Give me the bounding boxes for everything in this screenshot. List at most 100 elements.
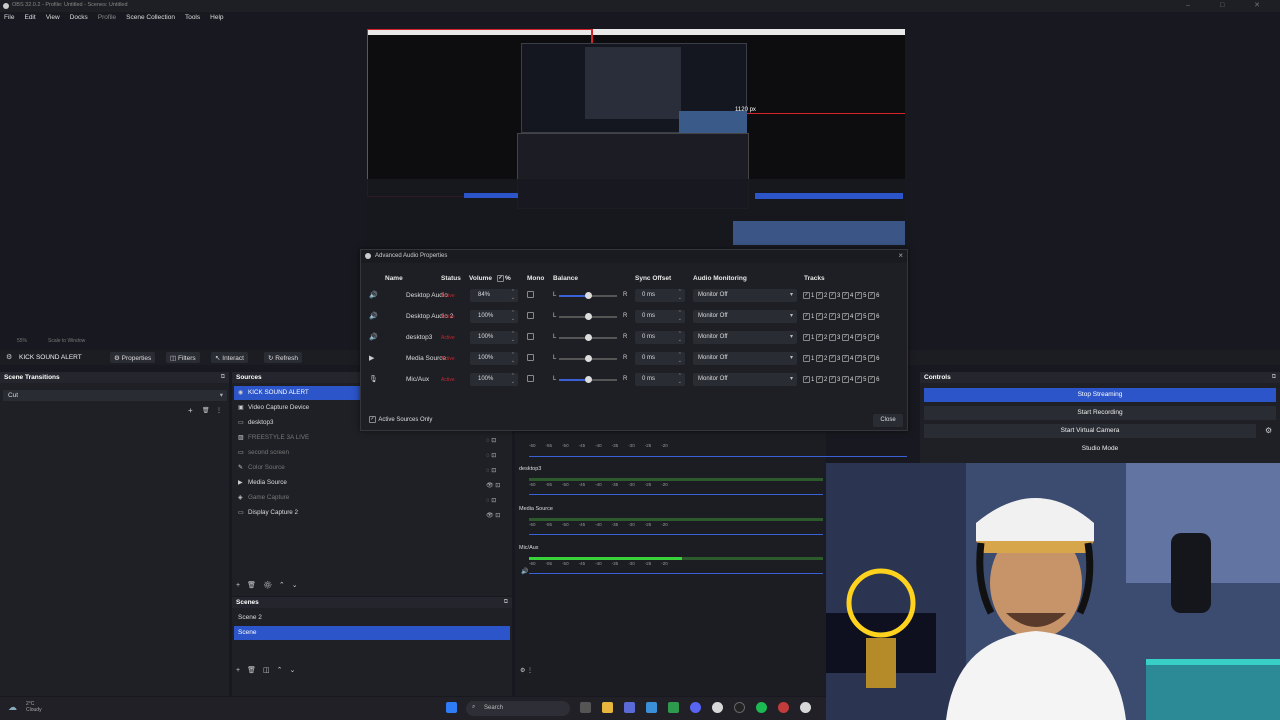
track-checkbox[interactable]: ✓	[829, 313, 837, 320]
window-controls[interactable]: – □ ✕	[1186, 1, 1274, 9]
track-checkbox[interactable]: ✓	[842, 334, 850, 341]
chrome2-icon[interactable]	[800, 702, 811, 713]
mixer-gear-icon[interactable]: ⚙ ⋮	[520, 667, 533, 674]
sync-offset-spinbox[interactable]: 0 ms ⌃ ⌄	[635, 289, 685, 302]
obs-taskbar-icon[interactable]	[734, 702, 745, 713]
active-sources-only-toggle[interactable]: ✓ Active Sources Only	[369, 416, 432, 423]
play-icon[interactable]: ▶	[369, 354, 374, 362]
start-virtual-camera-button[interactable]: Start Virtual Camera	[924, 424, 1256, 438]
track-checkbox[interactable]: ✓	[816, 313, 824, 320]
track-checkbox[interactable]: ✓	[829, 355, 837, 362]
transition-select[interactable]: Cut ▾	[3, 390, 227, 401]
refresh-button[interactable]: ↻ Refresh	[264, 352, 303, 363]
track-checkbox[interactable]: ✓	[803, 292, 810, 299]
balance-slider[interactable]	[559, 355, 617, 362]
mixer-fader[interactable]	[529, 534, 823, 535]
mono-checkbox[interactable]	[527, 354, 534, 361]
spin-arrows-icon[interactable]: ⌃ ⌄	[511, 310, 515, 322]
source-item-kick-sound-alert[interactable]: ◉ KICK SOUND ALERT	[234, 386, 361, 400]
app2-icon[interactable]	[778, 702, 789, 713]
popout-icon[interactable]: ⧉	[221, 374, 225, 381]
track-checkbox[interactable]: ✓	[868, 355, 876, 362]
virtual-camera-gear-icon[interactable]: ⚙	[1265, 426, 1272, 435]
source-item-color-source[interactable]: ✎ Color Source	[234, 461, 359, 475]
menu-edit[interactable]: Edit	[24, 12, 40, 24]
track-checkbox[interactable]: ✓	[816, 292, 824, 299]
file-explorer-icon[interactable]	[602, 702, 613, 713]
menu-view[interactable]: View	[46, 12, 65, 24]
popout-icon[interactable]: ⧉	[504, 599, 508, 606]
mono-checkbox[interactable]	[527, 333, 534, 340]
track-checkbox[interactable]: ✓	[855, 334, 863, 341]
sync-offset-spinbox[interactable]: 0 ms ⌃ ⌄	[635, 331, 685, 344]
source-item-display-capture-2[interactable]: ▭ Display Capture 2	[234, 506, 359, 520]
source-item-second-screen[interactable]: ▭ second screen	[234, 446, 359, 460]
volume-spinbox[interactable]: 100% ⌃ ⌄	[470, 331, 518, 344]
track-checkbox[interactable]: ✓	[829, 292, 837, 299]
zoom-percent[interactable]: 55%	[17, 338, 27, 344]
filters-button[interactable]: ◫ Filters	[166, 352, 200, 363]
track-checkbox[interactable]: ✓	[868, 313, 876, 320]
volume-spinbox[interactable]: 84% ⌃ ⌄	[470, 289, 518, 302]
scenes-footer-icons[interactable]: +🗑◫⌃⌄	[236, 666, 302, 674]
stop-streaming-button[interactable]: Stop Streaming	[924, 388, 1276, 402]
sources-footer-icons[interactable]: +🗑⚙⌃⌄	[236, 581, 305, 589]
balance-slider[interactable]	[559, 334, 617, 341]
track-checkbox[interactable]: ✓	[803, 313, 810, 320]
spin-arrows-icon[interactable]: ⌃ ⌄	[678, 331, 682, 343]
track-checkbox[interactable]: ✓	[803, 376, 810, 383]
studio-mode-button[interactable]: Studio Mode	[924, 442, 1276, 456]
balance-handle[interactable]	[584, 292, 592, 299]
trash-icon[interactable]: 🗑	[202, 407, 210, 414]
task-view-icon[interactable]	[580, 702, 591, 713]
track-checkbox[interactable]: ✓	[803, 355, 810, 362]
monitoring-select[interactable]: Monitor Off ▾	[693, 352, 797, 365]
spin-arrows-icon[interactable]: ⌃ ⌄	[678, 289, 682, 301]
mixer-fader[interactable]	[529, 494, 823, 495]
source-item-freestyle[interactable]: ▨ FREESTYLE 3A LIVE	[234, 431, 359, 445]
track-checkbox[interactable]: ✓	[842, 376, 850, 383]
interact-button[interactable]: ↖ Interact	[211, 352, 248, 363]
menu-scene-collection[interactable]: Scene Collection	[126, 12, 180, 24]
menu-file[interactable]: File	[4, 12, 19, 24]
balance-handle[interactable]	[584, 334, 592, 341]
track-checkbox[interactable]: ✓	[816, 355, 824, 362]
close-icon[interactable]: ×	[898, 251, 903, 260]
spotify-icon[interactable]	[756, 702, 767, 713]
balance-slider[interactable]	[559, 376, 617, 383]
speaker-icon[interactable]: 🔊	[369, 291, 378, 299]
taskbar-search[interactable]: ⌕ Search	[466, 701, 570, 716]
properties-button[interactable]: ⚙ Properties	[110, 352, 156, 363]
add-icon[interactable]: +	[188, 406, 193, 415]
speaker-icon[interactable]: 🔊	[369, 312, 378, 320]
source-item-desktop3[interactable]: ▭ desktop3	[234, 416, 359, 430]
mixer-fader[interactable]	[529, 573, 823, 574]
sync-offset-spinbox[interactable]: 0 ms ⌃ ⌄	[635, 310, 685, 323]
track-checkbox[interactable]: ✓	[829, 334, 837, 341]
mono-checkbox[interactable]	[527, 375, 534, 382]
track-checkbox[interactable]: ✓	[855, 292, 863, 299]
spin-arrows-icon[interactable]: ⌃ ⌄	[511, 373, 515, 385]
more-icon[interactable]: ⋮	[216, 407, 222, 414]
track-checkbox[interactable]: ✓	[842, 292, 850, 299]
windows-start-icon[interactable]	[446, 702, 457, 713]
balance-handle[interactable]	[584, 376, 592, 383]
spin-arrows-icon[interactable]: ⌃ ⌄	[511, 289, 515, 301]
track-checkbox[interactable]: ✓	[842, 313, 850, 320]
zoom-mode[interactable]: Scale to Window	[48, 338, 85, 344]
balance-slider[interactable]	[559, 292, 617, 299]
menu-profile[interactable]: Profile	[98, 12, 121, 24]
active-sources-checkbox[interactable]: ✓	[369, 416, 376, 423]
store-icon[interactable]	[646, 702, 657, 713]
speaker-icon[interactable]: 🔊	[369, 333, 378, 341]
app-icon[interactable]	[668, 702, 679, 713]
start-recording-button[interactable]: Start Recording	[924, 406, 1276, 420]
balance-handle[interactable]	[584, 313, 592, 320]
monitoring-select[interactable]: Monitor Off ▾	[693, 331, 797, 344]
mixer-fader[interactable]	[529, 456, 907, 457]
monitoring-select[interactable]: Monitor Off ▾	[693, 373, 797, 386]
monitoring-select[interactable]: Monitor Off ▾	[693, 289, 797, 302]
monitoring-select[interactable]: Monitor Off ▾	[693, 310, 797, 323]
volume-spinbox[interactable]: 100% ⌃ ⌄	[470, 310, 518, 323]
teams-icon[interactable]	[624, 702, 635, 713]
